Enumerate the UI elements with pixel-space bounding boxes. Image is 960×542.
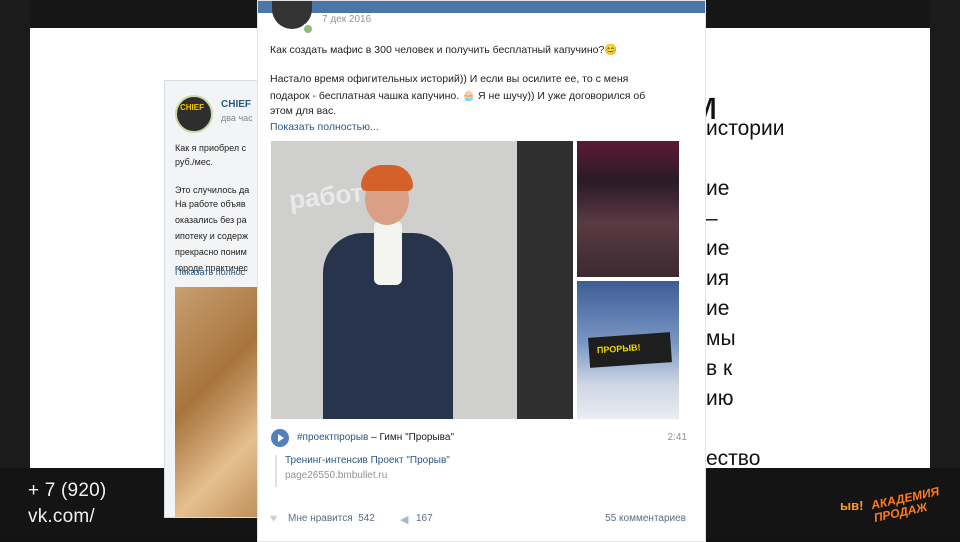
bullet-line: ие [706, 237, 730, 260]
bullet-line [706, 144, 906, 174]
slide-bullet-list: истории ие – ие ия ие мы в к ию ество и [706, 114, 906, 504]
banner-flag: ПРОРЫВ! [588, 332, 672, 368]
bullet-line: ию [706, 387, 734, 410]
post-text-line: Как я приобрел с [175, 143, 247, 153]
megaphone-icon[interactable]: ◀ [400, 513, 408, 526]
avatar[interactable]: CHIEF [175, 95, 213, 133]
logo-name: АКАДЕМИЯ ПРОДАЖ [869, 484, 941, 525]
link-title[interactable]: Тренинг-интенсив Проект "Прорыв" [285, 455, 450, 466]
post-text-line: руб./мес. [175, 157, 213, 167]
academy-logo: ыв! АКАДЕМИЯ ПРОДАЖ [840, 484, 940, 536]
bullet-line: ие [706, 297, 730, 320]
bullet-line [706, 414, 906, 444]
slide-margin-right [930, 0, 960, 540]
avatar-text: CHIEF [180, 103, 204, 112]
bullet-line: ие [706, 177, 730, 200]
post-photo-speaker[interactable]: работ [271, 141, 573, 419]
photo-caption-text: работ [287, 177, 365, 215]
speaker-hair [361, 165, 413, 191]
vk-header-bar [258, 1, 705, 13]
post-body-line: этом для вас. [270, 105, 337, 117]
audio-separator: – [368, 432, 380, 443]
audio-track[interactable]: #проектпрорыв – Гимн "Прорыва" 2:41 [271, 429, 691, 447]
repost-count[interactable]: 167 [416, 513, 433, 524]
post-body-line: Настало время офигительных историй)) И е… [270, 73, 629, 85]
play-icon[interactable] [271, 429, 289, 447]
bullet-line: в к [706, 357, 733, 380]
bullet-line: истории [706, 117, 785, 140]
like-label: Мне нравится [288, 513, 353, 524]
contact-phone: + 7 (920) [28, 480, 107, 501]
heart-icon[interactable]: ♥ [270, 512, 282, 524]
contact-site: vk.com/ [28, 506, 95, 527]
post-date: два час [221, 113, 253, 123]
post-text-line: оказались без ра [175, 215, 247, 225]
post-text-line: Это случилось да [175, 185, 250, 195]
bullet-line: мы [706, 327, 736, 350]
audio-track-label[interactable]: #проектпрорыв – Гимн "Прорыва" [297, 432, 454, 443]
audio-title: Гимн "Прорыва" [379, 432, 454, 443]
post-text-line: прекрасно поним [175, 247, 247, 257]
post-title: Как создать мафис в 300 человек и получи… [270, 44, 618, 56]
attached-link[interactable]: Тренинг-интенсив Проект "Прорыв" page265… [275, 455, 450, 487]
vk-post-card: 7 дек 2016 Как создать мафис в 300 челов… [257, 0, 706, 542]
show-more-link[interactable]: Показать полностью... [270, 121, 379, 133]
banner-text: ПРОРЫВ! [596, 342, 641, 356]
post-body-line: подарок - бесплатная чашка капучино. 🧁 Я… [270, 90, 646, 102]
bullet-line: – [706, 207, 718, 230]
post-text-line: ипотеку и содерж [175, 231, 248, 241]
like-count: 542 [358, 513, 375, 524]
show-more-link[interactable]: Показать полнос [175, 267, 245, 277]
photo-wall [517, 141, 573, 419]
speaker-sweater [374, 221, 402, 285]
logo-tagline: ыв! [840, 498, 864, 513]
like-button[interactable]: Мне нравится 542 [288, 513, 375, 524]
audio-duration: 2:41 [667, 432, 687, 443]
slide-margin-left [0, 0, 30, 540]
link-url[interactable]: page26550.bmbullet.ru [285, 470, 450, 481]
online-indicator-icon [302, 23, 314, 35]
bullet-line: ия [706, 267, 730, 290]
audio-artist[interactable]: #проектпрорыв [297, 432, 368, 443]
post-text-line: На работе объяв [175, 199, 246, 209]
post-date[interactable]: 7 дек 2016 [322, 14, 371, 25]
comments-button[interactable]: 55 комментариев [605, 513, 686, 524]
post-author[interactable]: CHIEF [221, 99, 251, 110]
post-photo-crowd[interactable] [577, 141, 679, 277]
post-actions: ♥ Мне нравится 542 ◀ 167 55 комментариев [270, 511, 690, 527]
post-photo-banner[interactable]: ПРОРЫВ! [577, 281, 679, 419]
